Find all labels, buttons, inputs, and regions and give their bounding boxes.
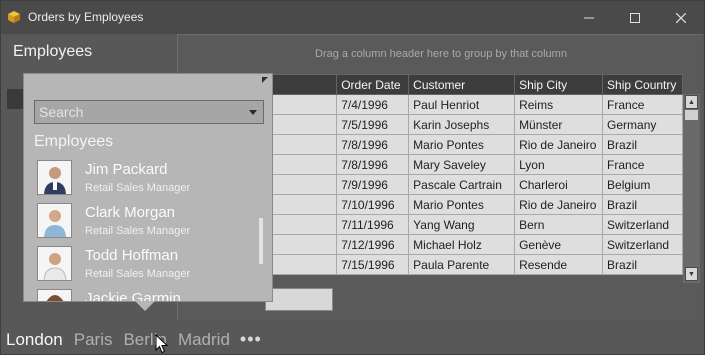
cell[interactable]: Yang Wang bbox=[408, 214, 516, 235]
cell[interactable]: France bbox=[602, 154, 683, 175]
maximize-button[interactable] bbox=[612, 1, 658, 34]
tab-paris[interactable]: Paris bbox=[74, 330, 113, 350]
left-pane-item[interactable] bbox=[7, 89, 23, 109]
cell[interactable]: Switzerland bbox=[602, 214, 683, 235]
list-item[interactable]: Todd Hoffman Retail Sales Manager bbox=[34, 244, 269, 287]
cell[interactable]: Paula Parente bbox=[408, 254, 516, 275]
more-icon[interactable]: ••• bbox=[240, 329, 262, 350]
cell[interactable]: Mario Pontes bbox=[408, 194, 516, 215]
grid-vertical-scrollbar[interactable]: ▲ ▼ bbox=[683, 94, 700, 283]
avatar bbox=[37, 289, 72, 301]
cell[interactable]: Reims bbox=[514, 94, 604, 115]
employee-role: Retail Sales Manager bbox=[85, 225, 191, 237]
list-item[interactable]: Jackie Garmin bbox=[34, 287, 269, 302]
arrow-down-icon: ▼ bbox=[688, 270, 695, 278]
close-button[interactable] bbox=[658, 1, 704, 34]
employee-name: Clark Morgan bbox=[85, 204, 176, 221]
tab-madrid[interactable]: Madrid bbox=[178, 330, 230, 350]
group-by-panel[interactable]: Drag a column header here to group by th… bbox=[178, 35, 704, 73]
employees-flyout: Employees Jim Packard Retail Sales Manag… bbox=[23, 73, 273, 302]
avatar bbox=[37, 203, 72, 238]
column-header-ship-country[interactable]: Ship Country bbox=[602, 74, 683, 95]
cell[interactable]: Brazil bbox=[602, 254, 683, 275]
flyout-scrollbar[interactable] bbox=[259, 218, 263, 264]
cell[interactable]: Mario Pontes bbox=[408, 134, 516, 155]
cell[interactable]: Paul Henriot bbox=[408, 94, 516, 115]
scroll-down-button[interactable]: ▼ bbox=[685, 267, 698, 281]
app-window: Orders by Employees Employees Drag a col… bbox=[0, 0, 705, 355]
employee-list: Jim Packard Retail Sales Manager Clark M… bbox=[34, 158, 269, 302]
search-combobox[interactable] bbox=[34, 100, 264, 124]
cell[interactable]: France bbox=[602, 94, 683, 115]
cell[interactable]: Rio de Janeiro bbox=[514, 134, 604, 155]
city-tabs: London Paris Berlin Madrid ••• bbox=[6, 329, 262, 350]
cell[interactable]: Münster bbox=[514, 114, 604, 135]
maximize-icon bbox=[630, 12, 640, 23]
employee-name: Jim Packard bbox=[85, 161, 168, 178]
person-photo-icon bbox=[38, 247, 71, 280]
cell[interactable]: 7/8/1996 bbox=[336, 154, 410, 175]
cell[interactable]: 7/8/1996 bbox=[336, 134, 410, 155]
app-icon bbox=[8, 11, 20, 23]
employee-name: Todd Hoffman bbox=[85, 247, 179, 264]
mouse-pointer-icon bbox=[155, 334, 169, 354]
flyout-heading: Employees bbox=[34, 133, 114, 150]
grid-footer-cell[interactable] bbox=[265, 288, 333, 311]
cell[interactable]: Germany bbox=[602, 114, 683, 135]
cell[interactable]: Bern bbox=[514, 214, 604, 235]
employee-role: Retail Sales Manager bbox=[85, 182, 191, 194]
cell[interactable]: 7/5/1996 bbox=[336, 114, 410, 135]
resize-grip-icon[interactable] bbox=[262, 77, 268, 83]
column-header-customer[interactable]: Customer bbox=[408, 74, 516, 95]
flyout-pointer bbox=[135, 301, 155, 311]
title-bar: Orders by Employees bbox=[1, 1, 704, 34]
close-icon bbox=[676, 12, 686, 23]
cell[interactable]: 7/12/1996 bbox=[336, 234, 410, 255]
left-pane-title: Employees bbox=[13, 43, 93, 60]
arrow-up-icon: ▲ bbox=[688, 98, 695, 106]
search-input[interactable] bbox=[35, 101, 240, 123]
avatar bbox=[37, 246, 72, 281]
cell[interactable]: Rio de Janeiro bbox=[514, 194, 604, 215]
cell[interactable]: Lyon bbox=[514, 154, 604, 175]
person-photo-icon bbox=[38, 290, 71, 301]
employee-role: Retail Sales Manager bbox=[85, 268, 191, 280]
cell[interactable]: Karin Josephs bbox=[408, 114, 516, 135]
minimize-button[interactable] bbox=[566, 1, 612, 34]
scroll-up-button[interactable]: ▲ bbox=[685, 95, 698, 109]
cell[interactable]: Brazil bbox=[602, 134, 683, 155]
cell[interactable]: Genève bbox=[514, 234, 604, 255]
cell[interactable]: 7/15/1996 bbox=[336, 254, 410, 275]
list-item[interactable]: Jim Packard Retail Sales Manager bbox=[34, 158, 269, 201]
cell[interactable]: 7/10/1996 bbox=[336, 194, 410, 215]
cell[interactable]: Charleroi bbox=[514, 174, 604, 195]
cell[interactable]: Brazil bbox=[602, 194, 683, 215]
avatar bbox=[37, 160, 72, 195]
window-title: Orders by Employees bbox=[28, 10, 144, 24]
cell[interactable]: Resende bbox=[514, 254, 604, 275]
list-item[interactable]: Clark Morgan Retail Sales Manager bbox=[34, 201, 269, 244]
column-header-ship-city[interactable]: Ship City bbox=[514, 74, 604, 95]
column-header-order-date[interactable]: Order Date bbox=[336, 74, 410, 95]
person-photo-icon bbox=[38, 204, 71, 237]
cell[interactable]: Mary Saveley bbox=[408, 154, 516, 175]
tab-london[interactable]: London bbox=[6, 330, 63, 350]
scroll-thumb[interactable] bbox=[685, 110, 698, 120]
chevron-down-icon[interactable] bbox=[249, 110, 257, 115]
person-photo-icon bbox=[38, 161, 71, 194]
cell[interactable]: 7/9/1996 bbox=[336, 174, 410, 195]
minimize-icon bbox=[584, 17, 594, 18]
cell[interactable]: Pascale Cartrain bbox=[408, 174, 516, 195]
cell[interactable]: Belgium bbox=[602, 174, 683, 195]
cell[interactable]: 7/4/1996 bbox=[336, 94, 410, 115]
cell[interactable]: Michael Holz bbox=[408, 234, 516, 255]
cell[interactable]: Switzerland bbox=[602, 234, 683, 255]
cell[interactable]: 7/11/1996 bbox=[336, 214, 410, 235]
employee-name: Jackie Garmin bbox=[85, 290, 181, 302]
